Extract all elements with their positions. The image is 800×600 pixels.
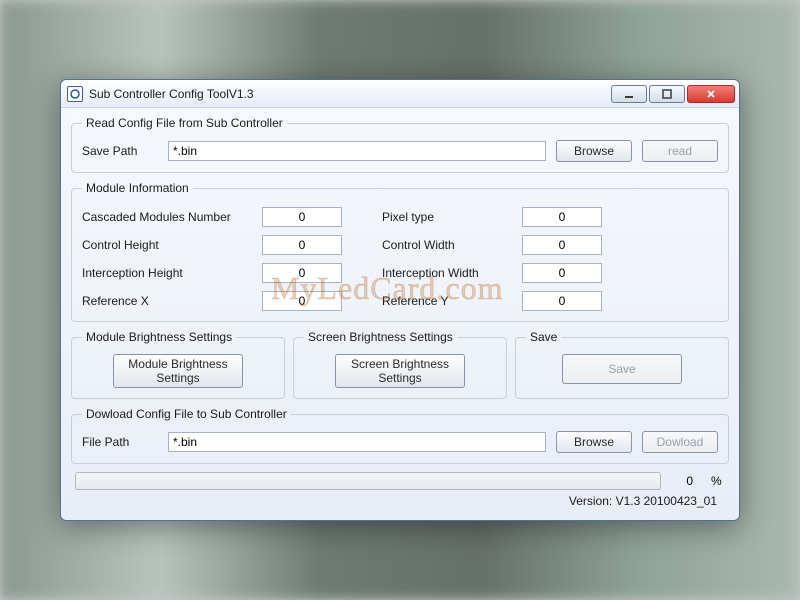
save-group: Save Save	[515, 330, 729, 399]
pixel-type-label: Pixel type	[382, 210, 522, 224]
pixel-type-input[interactable]	[522, 207, 602, 227]
module-info-group: Module Information Cascaded Modules Numb…	[71, 181, 729, 322]
read-button[interactable]: read	[642, 140, 718, 162]
download-button[interactable]: Dowload	[642, 431, 718, 453]
file-path-label: File Path	[82, 435, 158, 449]
window-title: Sub Controller Config ToolV1.3	[89, 87, 254, 101]
interception-height-input[interactable]	[262, 263, 342, 283]
cascaded-label: Cascaded Modules Number	[82, 210, 262, 224]
close-button[interactable]	[687, 85, 735, 103]
percent-symbol: %	[711, 474, 725, 488]
interception-width-label: Interception Width	[382, 266, 522, 280]
module-brightness-button[interactable]: Module Brightness Settings	[113, 354, 243, 388]
download-config-legend: Dowload Config File to Sub Controller	[82, 407, 291, 421]
save-path-input[interactable]	[168, 141, 546, 161]
reference-x-input[interactable]	[262, 291, 342, 311]
screen-brightness-button[interactable]: Screen Brightness Settings	[335, 354, 465, 388]
download-config-group: Dowload Config File to Sub Controller Fi…	[71, 407, 729, 464]
read-config-group: Read Config File from Sub Controller Sav…	[71, 116, 729, 173]
minimize-button[interactable]	[611, 85, 647, 103]
titlebar[interactable]: Sub Controller Config ToolV1.3	[61, 80, 739, 108]
cascaded-input[interactable]	[262, 207, 342, 227]
progress-value: 0	[679, 474, 693, 488]
save-button[interactable]: Save	[562, 354, 682, 384]
interception-width-input[interactable]	[522, 263, 602, 283]
reference-x-label: Reference X	[82, 294, 262, 308]
module-brightness-legend: Module Brightness Settings	[82, 330, 236, 344]
progress-bar	[75, 472, 661, 490]
screen-brightness-group: Screen Brightness Settings Screen Bright…	[293, 330, 507, 399]
module-brightness-group: Module Brightness Settings Module Bright…	[71, 330, 285, 399]
maximize-button[interactable]	[649, 85, 685, 103]
save-legend: Save	[526, 330, 561, 344]
browse-read-button[interactable]: Browse	[556, 140, 632, 162]
control-height-label: Control Height	[82, 238, 262, 252]
version-label: Version: V1.3 20100423_01	[71, 494, 729, 508]
app-window: Sub Controller Config ToolV1.3 Read Conf…	[60, 79, 740, 521]
screen-brightness-legend: Screen Brightness Settings	[304, 330, 457, 344]
browse-download-button[interactable]: Browse	[556, 431, 632, 453]
control-width-input[interactable]	[522, 235, 602, 255]
read-config-legend: Read Config File from Sub Controller	[82, 116, 287, 130]
app-icon	[67, 86, 83, 102]
save-path-label: Save Path	[82, 144, 158, 158]
interception-height-label: Interception Height	[82, 266, 262, 280]
reference-y-input[interactable]	[522, 291, 602, 311]
file-path-input[interactable]	[168, 432, 546, 452]
control-width-label: Control Width	[382, 238, 522, 252]
control-height-input[interactable]	[262, 235, 342, 255]
module-info-legend: Module Information	[82, 181, 193, 195]
reference-y-label: Reference Y	[382, 294, 522, 308]
